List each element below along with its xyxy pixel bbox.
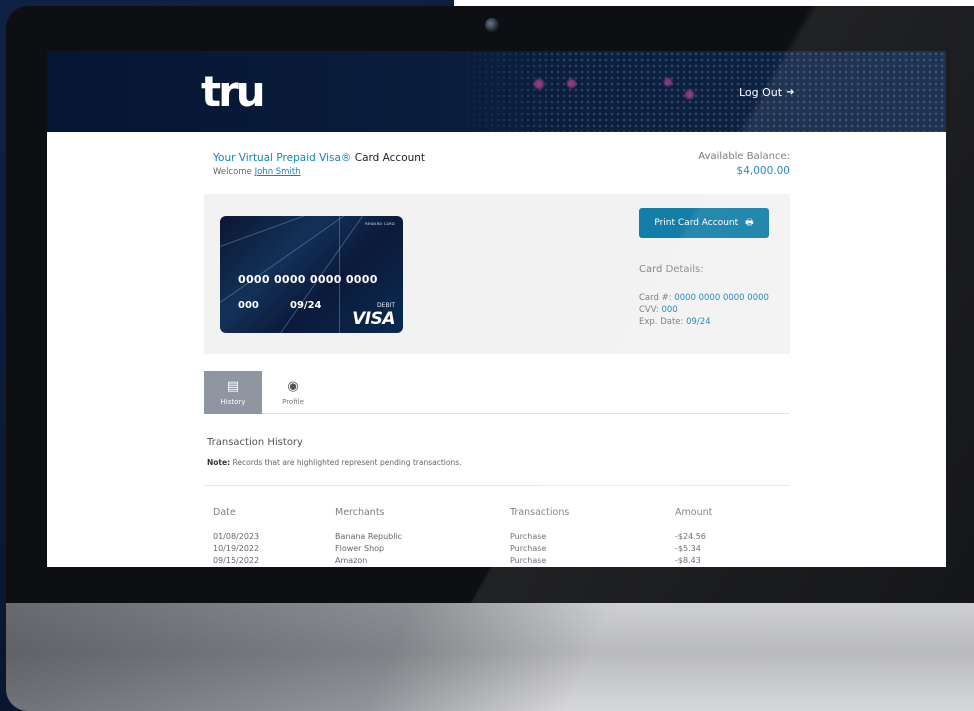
map-glow [567, 79, 576, 88]
card-type: DEBIT [377, 302, 395, 309]
exp-date-value: 09/24 [686, 317, 711, 327]
column-header-amount: Amount [675, 507, 713, 518]
user-circle-icon: ◉ [287, 378, 299, 394]
visa-logo: VISA [352, 309, 395, 329]
row-2-date: 10/19/2022 [213, 544, 260, 553]
row-1-merchant: Banana Republic [335, 532, 403, 541]
card-details-title: Card Details: [639, 264, 704, 275]
tab-history[interactable]: ▤ History [204, 371, 262, 414]
card-number-row: Card #: 0000 0000 0000 0000 [639, 293, 769, 303]
printer-icon: 🖶 [745, 218, 754, 228]
map-glow [664, 78, 672, 86]
card-reward-text: REWARD CARD [365, 222, 395, 226]
column-header-transactions: Transactions [510, 507, 570, 518]
note-text: Records that are highlighted represent p… [230, 458, 462, 467]
row-3-amount: -$8.43 [675, 556, 701, 565]
account-title: Your Virtual Prepaid Visa® Card Account [213, 152, 425, 164]
cvv-value: 000 [661, 305, 678, 315]
screen: tru Log Out ➜ Your Virtual Prepaid Visa®… [47, 51, 946, 567]
print-card-account-button[interactable]: Print Card Account 🖶 [639, 208, 769, 238]
card-cvv: 000 [238, 300, 259, 311]
user-name-link[interactable]: John Smith [255, 167, 301, 177]
tab-history-label: History [220, 397, 246, 406]
note-label: Note: [207, 458, 231, 467]
card-number: 0000 0000 0000 0000 [238, 273, 378, 286]
welcome-line: Welcome John Smith [213, 167, 301, 177]
card-number-value: 0000 0000 0000 0000 [674, 293, 769, 303]
credit-card-icon: ▤ [226, 378, 240, 394]
row-3-transaction: Purchase [510, 556, 547, 565]
row-2-transaction: Purchase [510, 544, 547, 553]
top-bar: tru Log Out ➜ [47, 51, 946, 132]
sign-out-icon: ➜ [786, 87, 795, 98]
virtual-card: REWARD CARD 0000 0000 0000 0000 000 09/2… [220, 216, 403, 333]
card-panel: REWARD CARD 0000 0000 0000 0000 000 09/2… [204, 194, 790, 354]
welcome-label: Welcome [213, 167, 255, 177]
account-title-brand: Visa® [319, 152, 352, 164]
balance-value: $4,000.00 [736, 165, 790, 177]
card-number-label: Card #: [639, 293, 675, 303]
row-1-transaction: Purchase [510, 532, 547, 541]
logout-label: Log Out [739, 86, 783, 99]
row-2-merchant: Flower Shop [335, 544, 385, 553]
device-chin-shadow [6, 603, 974, 711]
cvv-row: CVV: 000 [639, 305, 678, 315]
map-glow [685, 90, 694, 99]
camera-icon [485, 18, 499, 32]
tab-profile[interactable]: ◉ Profile [264, 371, 322, 414]
row-2-amount: -$5.34 [675, 544, 701, 553]
card-decor-line [220, 216, 403, 247]
card-expiry: 09/24 [290, 300, 322, 311]
tru-logo[interactable]: tru [201, 71, 266, 113]
row-1-date: 01/08/2023 [213, 532, 260, 541]
account-title-prefix: Your Virtual Prepaid [213, 152, 320, 164]
balance-label: Available Balance: [698, 151, 790, 162]
account-tabs: ▤ History ◉ Profile [204, 371, 790, 414]
logout-button[interactable]: Log Out ➜ [739, 86, 794, 99]
column-header-merchants: Merchants [335, 507, 385, 518]
column-header-date: Date [213, 507, 236, 518]
exp-date-row: Exp. Date: 09/24 [639, 317, 711, 327]
account-title-suffix: Card Account [351, 152, 426, 164]
transaction-history-title: Transaction History [207, 437, 303, 448]
world-map-decoration [447, 51, 946, 132]
map-glow [534, 79, 544, 89]
row-3-merchant: Amazon [335, 556, 368, 565]
pending-note: Note: Records that are highlighted repre… [207, 458, 462, 467]
row-1-amount: -$24.56 [675, 532, 706, 541]
exp-date-label: Exp. Date: [639, 317, 687, 327]
divider [204, 485, 790, 486]
tab-profile-label: Profile [282, 397, 304, 406]
print-button-label: Print Card Account [654, 218, 739, 228]
cvv-label: CVV: [639, 305, 662, 315]
row-3-date: 09/15/2022 [213, 556, 260, 565]
